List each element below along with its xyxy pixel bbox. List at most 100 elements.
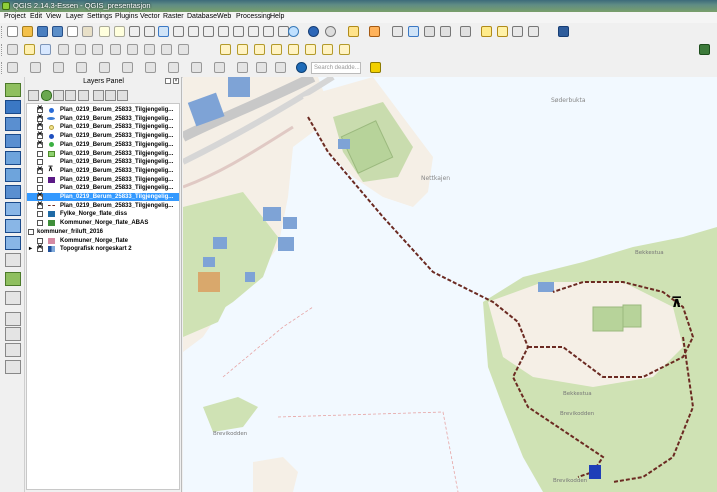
change-label-icon[interactable] [339, 44, 350, 55]
layer-row[interactable]: Plan_0219_Berum_25833_Tilgjengelig... [27, 140, 179, 149]
layer-row-selected[interactable]: Plan_0219_Berum_25833_Tilgjengelig... [27, 192, 179, 201]
add-part-icon[interactable] [53, 62, 64, 73]
add-mssql-layer-icon[interactable] [5, 151, 21, 165]
expand-all-icon[interactable] [93, 90, 104, 101]
layer-row[interactable]: Fylke_Norge_flate_diss [27, 210, 179, 218]
gps-tools-icon[interactable] [5, 343, 21, 357]
add-ring-icon[interactable] [30, 62, 41, 73]
identify-icon[interactable] [308, 26, 319, 37]
zoom-full-icon[interactable] [203, 26, 214, 37]
remove-layer-icon[interactable] [117, 90, 128, 101]
menu-project[interactable]: Project [4, 13, 26, 20]
add-postgis-layer-icon[interactable] [5, 117, 21, 131]
layer-visibility-checkbox[interactable] [37, 140, 43, 148]
measure-line-icon[interactable] [460, 26, 471, 37]
map-canvas[interactable]: ⊼ Søderbukta Nettkajen Bekkestua Bekkest… [183, 77, 717, 492]
add-group-icon[interactable] [41, 90, 52, 101]
undo-icon[interactable] [178, 44, 189, 55]
new-spatialite-icon[interactable] [5, 291, 21, 305]
layer-row[interactable]: Plan_0219_Berum_25833_Tilgjengelig... [27, 201, 179, 210]
layer-visibility-checkbox[interactable] [37, 237, 43, 244]
coordinate-capture-icon[interactable] [5, 360, 21, 374]
touch-zoom-icon[interactable] [129, 26, 140, 37]
menu-help[interactable]: Help [270, 13, 284, 20]
layer-visibility-checkbox[interactable] [37, 122, 43, 131]
delete-part-icon[interactable] [122, 62, 133, 73]
layer-row[interactable]: ▸ Topografisk norgeskart 2 [27, 244, 179, 253]
menu-view[interactable]: View [46, 13, 61, 20]
add-delimited-text-icon[interactable] [5, 253, 21, 267]
paste-features-icon[interactable] [161, 44, 172, 55]
layer-labeling-icon[interactable] [237, 44, 248, 55]
field-calculator-icon[interactable] [424, 26, 435, 37]
toolbar-grip[interactable] [1, 26, 5, 38]
hand-pan-icon[interactable] [99, 26, 110, 37]
new-bookmark-icon[interactable] [497, 26, 508, 37]
layer-visibility-checkbox[interactable] [37, 114, 43, 122]
fill-ring-icon[interactable] [76, 62, 87, 73]
add-spatialite-layer-icon[interactable] [5, 134, 21, 148]
add-oracle-layer-icon[interactable] [5, 185, 21, 199]
layer-row[interactable]: Plan_0219_Berum_25833_Tilgjengelig... [27, 105, 179, 114]
delete-ring-icon[interactable] [99, 62, 110, 73]
menu-database[interactable]: Database [187, 13, 217, 20]
rotate-point-symbols-icon[interactable] [275, 62, 286, 73]
layer-visibility-checkbox[interactable] [37, 192, 43, 200]
menu-processing[interactable]: Processing [236, 13, 271, 20]
layer-row[interactable]: Plan_0219_Berum_25833_Tilgjengelig... [27, 131, 179, 140]
open-layer-styling-icon[interactable] [28, 90, 39, 101]
highlight-pinned-labels-icon[interactable] [254, 44, 265, 55]
composer-manager-icon[interactable] [82, 26, 93, 37]
layer-visibility-checkbox[interactable] [28, 228, 34, 235]
layer-visibility-checkbox[interactable] [37, 105, 43, 113]
move-feature-icon[interactable] [75, 44, 86, 55]
offset-curve-icon[interactable] [168, 62, 179, 73]
zoom-out-icon[interactable] [173, 26, 184, 37]
pan-icon[interactable] [144, 26, 155, 37]
layer-visibility-checkbox[interactable] [37, 185, 43, 192]
add-raster-layer-icon[interactable] [5, 100, 21, 114]
layer-row[interactable]: kommuner_friluft_2016 [27, 228, 179, 236]
layer-row[interactable]: Plan_0219_Berum_25833_Tilgjengelig... [27, 184, 179, 192]
run-feature-action-icon[interactable] [325, 26, 336, 37]
merge-features-icon[interactable] [237, 62, 248, 73]
layer-visibility-checkbox[interactable] [37, 201, 43, 209]
zoom-next-icon[interactable] [263, 26, 274, 37]
layer-row[interactable]: Plan_0219_Berum_25833_Tilgjengelig... [27, 114, 179, 123]
layer-row[interactable]: Plan_0219_Berum_25833_Tilgjengelig... [27, 176, 179, 184]
layer-row[interactable]: Kommuner_Norge_flate [27, 237, 179, 245]
menu-edit[interactable]: Edit [30, 13, 42, 20]
layer-row[interactable]: ⊼ Plan_0219_Berum_25833_Tilgjengelig... [27, 166, 179, 175]
cut-features-icon[interactable] [127, 44, 138, 55]
move-label-icon[interactable] [305, 44, 316, 55]
split-parts-icon[interactable] [214, 62, 225, 73]
add-wcs-layer-icon[interactable] [5, 219, 21, 233]
new-temp-layer-icon[interactable] [5, 312, 21, 326]
layer-visibility-checkbox[interactable] [37, 131, 43, 140]
copy-features-icon[interactable] [144, 44, 155, 55]
add-wfs-layer-icon[interactable] [5, 236, 21, 250]
zoom-layer-icon[interactable] [233, 26, 244, 37]
search-settings-icon[interactable] [370, 62, 381, 73]
layer-visibility-checkbox[interactable] [37, 244, 43, 253]
filter-legend-icon[interactable] [65, 90, 76, 101]
new-project-icon[interactable] [7, 26, 18, 37]
merge-attributes-icon[interactable] [256, 62, 267, 73]
layer-visibility-checkbox[interactable] [37, 211, 43, 218]
menu-web[interactable]: Web [217, 13, 231, 20]
layer-row[interactable]: Kommuner_Norge_flate_ABAS [27, 219, 179, 227]
zoom-selection-icon[interactable] [218, 26, 229, 37]
current-edits-icon[interactable] [7, 44, 18, 55]
deselect-icon[interactable] [392, 26, 403, 37]
new-print-composer-icon[interactable] [67, 26, 78, 37]
text-annotation-icon[interactable] [528, 26, 539, 37]
new-shapefile-icon[interactable] [5, 272, 21, 286]
search-input[interactable]: Search deadde... [311, 62, 361, 74]
save-as-icon[interactable] [52, 26, 63, 37]
toolbar-grip[interactable] [1, 44, 5, 56]
layer-row[interactable]: Plan_0219_Berum_25833_Tilgjengelig... [27, 150, 179, 158]
menu-raster[interactable]: Raster [163, 13, 184, 20]
show-bookmarks-icon[interactable] [512, 26, 523, 37]
select-features-icon[interactable] [348, 26, 359, 37]
layer-row[interactable]: Plan_0219_Berum_25833_Tilgjengelig... [27, 158, 179, 166]
